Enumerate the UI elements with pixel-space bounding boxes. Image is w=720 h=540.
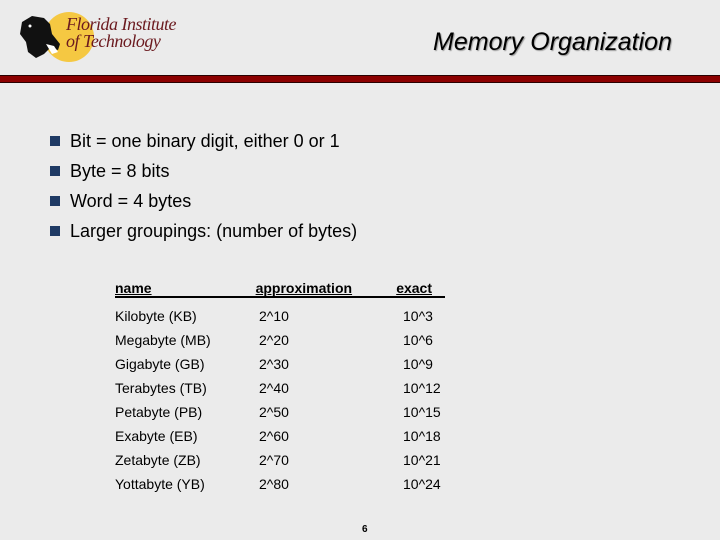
cell-name: Zetabyte (ZB) [115, 452, 201, 468]
cell-approximation: 2^10 [259, 308, 289, 324]
cell-name: Megabyte (MB) [115, 332, 211, 348]
table-row: Exabyte (EB) 2^60 10^18 [115, 424, 453, 448]
fit-logo: Florida Institute of Technology [14, 8, 184, 64]
table-row: Gigabyte (GB) 2^30 10^9 [115, 352, 453, 376]
cell-name: Exabyte (EB) [115, 428, 198, 444]
table-row: Petabyte (PB) 2^50 10^15 [115, 400, 453, 424]
cell-name: Terabytes (TB) [115, 380, 207, 396]
table-row: Terabytes (TB) 2^40 10^12 [115, 376, 453, 400]
table-row: Kilobyte (KB) 2^10 10^3 [115, 304, 453, 328]
column-header-name: name [115, 280, 152, 296]
cell-exact: 10^21 [403, 452, 441, 468]
bullet-list: Bit = one binary digit, either 0 or 1 By… [50, 126, 357, 246]
bullet-text: Byte = 8 bits [70, 160, 170, 181]
cell-approximation: 2^80 [259, 476, 289, 492]
cell-approximation: 2^60 [259, 428, 289, 444]
cell-name: Petabyte (PB) [115, 404, 203, 420]
cell-name: Yottabyte (YB) [115, 476, 205, 492]
logo-line-2: of Technology [66, 31, 161, 51]
cell-approximation: 2^50 [259, 404, 289, 420]
cell-exact: 10^6 [403, 332, 433, 348]
table-row: Zetabyte (ZB) 2^70 10^21 [115, 448, 453, 472]
slide-title: Memory Organization [433, 28, 672, 56]
cell-name: Gigabyte (GB) [115, 356, 205, 372]
logo-wordmark: Florida Institute of Technology [66, 15, 177, 51]
panther-icon [20, 16, 60, 58]
bullet-item: Larger groupings: (number of bytes) [50, 216, 357, 246]
square-bullet-icon [50, 136, 60, 146]
bullet-text: Larger groupings: (number of bytes) [70, 220, 358, 241]
cell-exact: 10^3 [403, 308, 433, 324]
square-bullet-icon [50, 166, 60, 176]
page-number: 6 [362, 524, 368, 535]
cell-exact: 10^12 [403, 380, 441, 396]
cell-exact: 10^24 [403, 476, 441, 492]
column-header-exact: exact [396, 280, 432, 296]
cell-approximation: 2^70 [259, 452, 289, 468]
table-row: Yottabyte (YB) 2^80 10^24 [115, 472, 453, 496]
cell-name: Kilobyte (KB) [115, 308, 197, 324]
cell-approximation: 2^20 [259, 332, 289, 348]
bullet-text: Word = 4 bytes [70, 190, 192, 211]
bullet-item: Word = 4 bytes [50, 186, 357, 216]
cell-approximation: 2^40 [259, 380, 289, 396]
bullet-text: Bit = one binary digit, either 0 or 1 [70, 130, 340, 151]
square-bullet-icon [50, 226, 60, 236]
cell-exact: 10^18 [403, 428, 441, 444]
square-bullet-icon [50, 196, 60, 206]
cell-exact: 10^9 [403, 356, 433, 372]
bullet-item: Byte = 8 bits [50, 156, 357, 186]
column-header-approximation: approximation [255, 280, 353, 296]
cell-approximation: 2^30 [259, 356, 289, 372]
bullet-item: Bit = one binary digit, either 0 or 1 [50, 126, 357, 156]
cell-exact: 10^15 [403, 404, 441, 420]
title-divider-bar [0, 75, 720, 83]
byte-units-table: name approximation exact Kilobyte (KB) 2… [115, 278, 453, 496]
table-header-row: name approximation exact [115, 278, 445, 298]
table-row: Megabyte (MB) 2^20 10^6 [115, 328, 453, 352]
